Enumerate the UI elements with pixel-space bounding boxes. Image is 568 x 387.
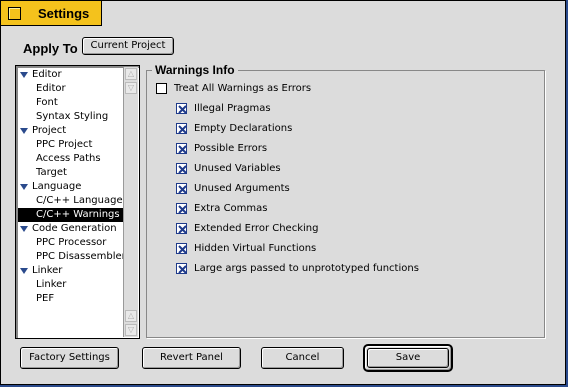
warning-option-checkbox[interactable]: [176, 183, 187, 194]
sidebar-item-label: Target: [36, 167, 67, 178]
settings-window: Settings Apply To Current Project Editor…: [0, 0, 566, 385]
scroll-up-arrow-icon[interactable]: △: [125, 68, 137, 80]
disclosure-triangle-icon[interactable]: [20, 226, 28, 232]
sidebar-item-9[interactable]: C/C++ Language: [18, 194, 124, 208]
sidebar-item-label: PEF: [36, 293, 55, 304]
warning-option-checkbox[interactable]: [176, 163, 187, 174]
treat-all-warnings-checkbox[interactable]: [156, 83, 167, 94]
sidebar-item-13[interactable]: PPC Disassembler: [18, 250, 126, 264]
sidebar-item-label: PPC Project: [36, 139, 93, 150]
warning-option-label: Empty Declarations: [194, 123, 293, 134]
warning-option-checkbox[interactable]: [176, 243, 187, 254]
list-scrollbar[interactable]: △ ▽ △ ▽: [123, 67, 138, 337]
sidebar-item-6[interactable]: Access Paths: [18, 152, 124, 166]
warning-option-checkbox[interactable]: [176, 263, 187, 274]
sidebar-item-label: C/C++ Language: [36, 195, 123, 206]
apply-to-button[interactable]: Current Project: [82, 37, 174, 55]
scroll-down-arrow-bottom-icon[interactable]: ▽: [125, 324, 137, 336]
revert-panel-button[interactable]: Revert Panel: [142, 347, 241, 369]
warning-option-checkbox[interactable]: [176, 143, 187, 154]
sidebar-group-11[interactable]: Code Generation: [18, 222, 124, 236]
title-tab[interactable]: Settings: [1, 1, 102, 26]
sidebar-item-5[interactable]: PPC Project: [18, 138, 124, 152]
sidebar-item-label: Project: [32, 125, 67, 136]
warning-option-checkbox[interactable]: [176, 103, 187, 114]
sidebar-item-label: Editor: [32, 69, 62, 80]
apply-to-label: Apply To: [23, 41, 78, 56]
sidebar-item-15[interactable]: Linker: [18, 278, 124, 292]
scroll-up-arrow-bottom-icon[interactable]: △: [125, 310, 137, 322]
sidebar-group-8[interactable]: Language: [18, 180, 124, 194]
warning-option-label: Possible Errors: [194, 143, 268, 154]
warning-option-checkbox[interactable]: [176, 203, 187, 214]
sidebar-group-0[interactable]: Editor: [18, 68, 124, 82]
warning-option-checkbox[interactable]: [176, 223, 187, 234]
close-box-icon[interactable]: [8, 7, 21, 20]
sidebar-item-label: C/C++ Warnings: [36, 209, 120, 220]
warning-option-label: Extended Error Checking: [194, 223, 319, 234]
sidebar-item-3[interactable]: Syntax Styling: [18, 110, 124, 124]
treat-all-warnings-label: Treat All Warnings as Errors: [174, 83, 312, 94]
sidebar-item-label: Font: [36, 97, 58, 108]
warning-option-label: Extra Commas: [194, 203, 268, 214]
scroll-down-arrow-icon[interactable]: ▽: [125, 82, 137, 94]
sidebar-item-label: PPC Disassembler: [36, 251, 126, 262]
sidebar-item-10[interactable]: C/C++ Warnings: [18, 208, 124, 222]
sidebar-item-label: Linker: [36, 279, 67, 290]
sidebar-item-label: Syntax Styling: [36, 111, 109, 122]
sidebar-item-label: Linker: [32, 265, 63, 276]
sidebar-item-1[interactable]: Editor: [18, 82, 124, 96]
warning-option-label: Large args passed to unprototyped functi…: [194, 263, 419, 274]
sidebar-item-2[interactable]: Font: [18, 96, 124, 110]
disclosure-triangle-icon[interactable]: [20, 72, 28, 78]
warnings-group-title: Warnings Info: [152, 63, 238, 77]
warning-option-label: Illegal Pragmas: [194, 103, 271, 114]
sidebar-item-label: Code Generation: [32, 223, 117, 234]
panel-list-items: Editor Editor Font Syntax Styling Project PPC…: [18, 68, 126, 306]
factory-settings-button[interactable]: Factory Settings: [20, 347, 119, 369]
disclosure-triangle-icon[interactable]: [20, 184, 28, 190]
warning-option-label: Hidden Virtual Functions: [194, 243, 317, 254]
sidebar-item-label: Editor: [36, 83, 66, 94]
sidebar-group-14[interactable]: Linker: [18, 264, 124, 278]
sidebar-item-label: PPC Processor: [36, 237, 107, 248]
sidebar-item-label: Language: [32, 181, 82, 192]
disclosure-triangle-icon[interactable]: [20, 268, 28, 274]
warning-option-checkbox[interactable]: [176, 123, 187, 134]
sidebar-item-7[interactable]: Target: [18, 166, 124, 180]
settings-panel-list[interactable]: Editor Editor Font Syntax Styling Project PPC…: [15, 65, 140, 339]
sidebar-item-label: Access Paths: [36, 153, 101, 164]
warning-option-label: Unused Arguments: [194, 183, 290, 194]
save-button[interactable]: Save: [363, 344, 453, 372]
window-title: Settings: [38, 6, 90, 21]
sidebar-item-12[interactable]: PPC Processor: [18, 236, 124, 250]
cancel-button[interactable]: Cancel: [261, 347, 344, 369]
sidebar-item-16[interactable]: PEF: [18, 292, 124, 306]
sidebar-group-4[interactable]: Project: [18, 124, 124, 138]
warning-option-label: Unused Variables: [194, 163, 281, 174]
disclosure-triangle-icon[interactable]: [20, 128, 28, 134]
save-button-label: Save: [367, 348, 449, 368]
